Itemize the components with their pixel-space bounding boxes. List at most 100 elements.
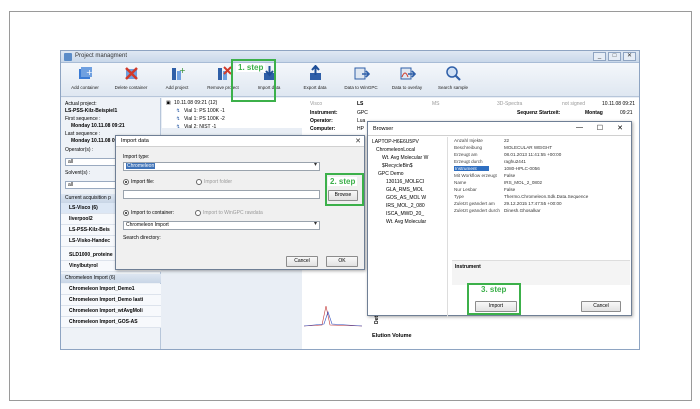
minimize-icon[interactable]: — [576, 124, 583, 131]
detail-header: 3D-Spectra [497, 101, 523, 107]
tree-node[interactable]: ChromeleonLocal [376, 147, 415, 153]
vial-icon: ↯ [176, 108, 181, 114]
add-project-icon: + [171, 66, 186, 80]
property-row[interactable]: Anzahl Injekte 22 [452, 138, 582, 145]
close-button[interactable]: ✕ [623, 52, 636, 61]
sequence-tree: ▣ 10.11.08 09:21 (12) ↯ Vial 1: PS 100K … [162, 98, 302, 130]
close-icon[interactable]: ✕ [617, 124, 623, 132]
tree-node[interactable]: LAPTOP-H6E6U5PV [372, 139, 419, 145]
property-row[interactable]: Zuletzt geändert am 29.12.2015 17:47:55 +… [452, 201, 582, 208]
elution-volume-label: Elution Volume [372, 333, 412, 339]
chromeleon-import-section[interactable]: Chromeleon Import (6) [61, 274, 161, 283]
import-container-radio[interactable] [123, 210, 129, 216]
maximize-icon[interactable]: ☐ [597, 124, 603, 132]
actual-project-value: LS-PSS-Kilz-Beispiel1 [65, 108, 118, 114]
detail-header: LS [357, 101, 364, 107]
property-row[interactable]: Erzeugt am 08.01.2013 11:41:55 +00:00 [452, 152, 582, 159]
project-item[interactable]: Chromeleon Import_Demo1 [61, 284, 161, 295]
import-type-select[interactable]: Chromeleon [123, 162, 320, 171]
delete-container-button[interactable]: Delete container [109, 65, 153, 95]
sequence-node[interactable]: 10.11.08 09:21 (12) [174, 100, 217, 106]
import-wingpc-label: Import to WinGPC rawdata [203, 210, 263, 216]
vial-item[interactable]: Vial 1: PS 100K -2 [184, 116, 225, 122]
search-sample-button[interactable]: Search sample [431, 65, 475, 95]
folder-icon: ▣ [166, 100, 171, 106]
property-row[interactable]: Erzeugt durch raghu2441 [452, 159, 582, 166]
step3-label: 3. step [479, 285, 509, 294]
seq-time: 09:21 [620, 110, 633, 116]
property-row-selected[interactable]: Instrument 1080-HPLC-0056 [452, 166, 582, 173]
step1-label: 1. step [236, 63, 266, 72]
property-row[interactable]: Name IRS_MOL_2_0802 [452, 180, 582, 187]
data-to-wingpc-icon [354, 67, 370, 80]
search-sample-icon [445, 66, 461, 81]
close-icon[interactable]: ✕ [355, 137, 361, 145]
property-row[interactable]: Mit Workflow erzeugt False [452, 173, 582, 180]
vial-item[interactable]: Vial 1: PS 100K -1 [184, 108, 225, 114]
instrument-value: GPC [357, 110, 368, 116]
detail-header: not signed [562, 101, 586, 107]
operator-detail-value: Lua [357, 118, 366, 124]
maximize-button[interactable]: □ [608, 52, 621, 61]
svg-text:+: + [179, 66, 186, 75]
add-container-icon: + [78, 67, 93, 79]
tree-node[interactable]: 130116_MOLECI [386, 179, 424, 185]
data-to-wingpc-button[interactable]: Data to WinGPC [339, 65, 383, 95]
property-row[interactable]: Zuletzt geändert durch Dinesh.Ghosalkar [452, 208, 582, 215]
minimize-button[interactable]: _ [593, 52, 606, 61]
import-file-path[interactable] [123, 190, 320, 199]
tree-node[interactable]: ISCA_MWD_20_ [386, 211, 424, 217]
tree-node[interactable]: Wt. Avg Molecular W [382, 155, 428, 161]
remove-project-icon [217, 66, 232, 80]
vial-icon: ↯ [176, 124, 181, 130]
tree-node[interactable]: Wt. Avg Molecular [386, 219, 426, 225]
project-item[interactable]: Chromeleon Import_wtAvgMoli [61, 306, 161, 317]
step2-label: 2. step [328, 177, 358, 186]
add-project-button[interactable]: + Add project [155, 65, 199, 95]
cancel-button[interactable]: Cancel [286, 256, 318, 267]
import-folder-label: Import folder [204, 179, 233, 185]
data-to-overlay-button[interactable]: Data to overlay [385, 65, 429, 95]
svg-text:+: + [86, 68, 93, 77]
container-select[interactable]: Chromeleon Import [123, 221, 320, 230]
import-folder-radio[interactable] [196, 179, 202, 185]
property-row[interactable]: Beschreibung MOLECULAR WEIGHT [452, 145, 582, 152]
operator-label: Operator(s) : [65, 147, 94, 153]
toolbar: + Add container Delete container + Add p… [61, 63, 639, 97]
properties-grid: Anzahl Injekte 22 Beschreibung MOLECULAR W… [452, 138, 630, 258]
tree-node[interactable]: GLA_RMS_MOL [386, 187, 424, 193]
tree-node[interactable]: GOS_AS_MOL W [386, 195, 426, 201]
description-title: Instrument [455, 264, 481, 270]
project-item[interactable]: Chromeleon Import_GOS-AS [61, 317, 161, 328]
ok-button[interactable]: OK [326, 256, 358, 267]
import-container-label: Import to container: [131, 210, 175, 216]
export-data-icon [309, 65, 321, 80]
project-item[interactable]: Chromeleon Import_Demo lasti [61, 295, 161, 306]
computer-label: Computer: [310, 126, 336, 132]
import-file-radio[interactable] [123, 179, 129, 185]
solvent-label: Solvent(s) : [65, 170, 91, 176]
search-directory-label: Search directory: [123, 235, 161, 241]
first-sequence-label: First sequence : [65, 116, 101, 122]
add-container-button[interactable]: + Add container [63, 65, 107, 95]
detail-header: Visco [310, 101, 323, 107]
browser-title: Browser [368, 122, 631, 136]
instrument-label: Instrument: [310, 110, 338, 116]
tree-node[interactable]: GPC Demo [378, 171, 404, 177]
first-sequence-value: Monday 10.11.08 09:21 [71, 123, 125, 129]
export-data-button[interactable]: Export data [293, 65, 337, 95]
property-row[interactable]: Type Thermo.Chromeleon.Sdk.Data.Sequence [452, 194, 588, 201]
window-title: Project managment [75, 53, 128, 59]
vial-item[interactable]: Vial 2: NIST -1 [184, 124, 216, 130]
import-dialog-title: Import data [116, 136, 364, 147]
import-wingpc-radio[interactable] [195, 210, 201, 216]
tree-node[interactable]: IRS_MOL_2_080 [386, 203, 425, 209]
browser-cancel-button[interactable]: Cancel [581, 301, 621, 312]
browser-tree: LAPTOP-H6E6U5PV ChromeleonLocal Wt. Avg … [368, 137, 448, 317]
computer-value: HP [357, 126, 364, 132]
delete-container-icon [124, 67, 138, 80]
detail-header: MS [432, 101, 440, 107]
property-row[interactable]: Nur Lesbar False [452, 187, 582, 194]
seq-start-date: 10.11.08 09:21 [602, 101, 635, 107]
tree-node[interactable]: $RecycleBin$ [382, 163, 413, 169]
